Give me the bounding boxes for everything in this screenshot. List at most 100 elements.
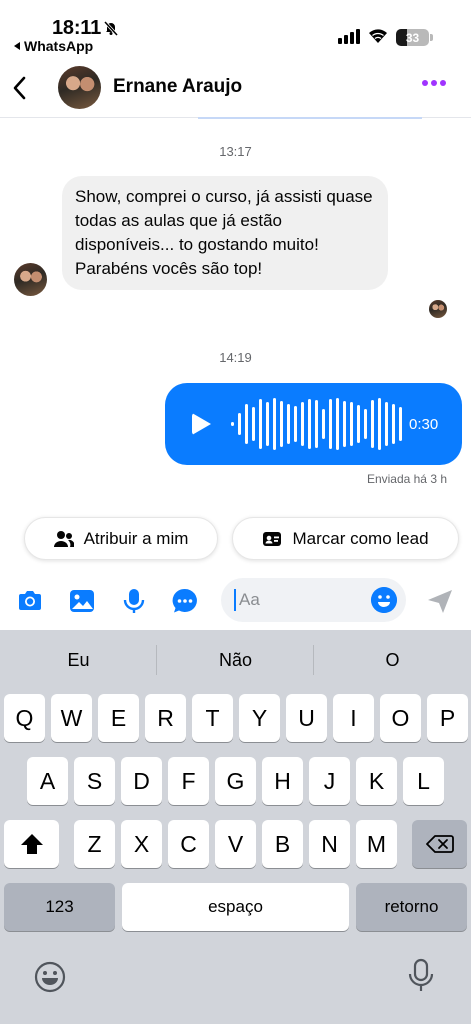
contact-name[interactable]: Ernane Araujo: [113, 76, 242, 98]
waveform-bar: [336, 398, 339, 450]
waveform-bar: [252, 407, 255, 441]
key[interactable]: H: [262, 757, 303, 805]
key[interactable]: I: [333, 694, 374, 742]
mark-as-lead-button[interactable]: Marcar como lead: [232, 517, 459, 560]
incoming-message[interactable]: Show, comprei o curso, já assisti quase …: [62, 176, 388, 290]
key[interactable]: P: [427, 694, 468, 742]
status-time: 18:11: [52, 17, 102, 39]
waveform-bar: [322, 409, 325, 439]
shift-key[interactable]: [4, 820, 59, 868]
key[interactable]: X: [121, 820, 162, 868]
numbers-key[interactable]: 123: [4, 883, 115, 931]
key[interactable]: R: [145, 694, 186, 742]
key[interactable]: N: [309, 820, 350, 868]
audio-waveform[interactable]: [231, 383, 402, 465]
back-triangle-icon: [14, 42, 20, 50]
play-icon[interactable]: [192, 413, 211, 435]
waveform-bar: [343, 401, 346, 447]
key[interactable]: K: [356, 757, 397, 805]
microphone-icon[interactable]: [120, 587, 148, 615]
chat-more-icon[interactable]: [171, 587, 199, 615]
wifi-icon: [369, 29, 387, 43]
battery-icon: 33: [396, 29, 429, 46]
key[interactable]: T: [192, 694, 233, 742]
dictation-microphone-icon[interactable]: [407, 958, 435, 994]
key[interactable]: Z: [74, 820, 115, 868]
battery-tip: [430, 34, 433, 41]
assign-to-me-button[interactable]: Atribuir a mim: [24, 517, 218, 560]
waveform-bar: [364, 409, 367, 439]
waveform-bar: [280, 401, 283, 447]
audio-duration: 0:30: [409, 416, 439, 433]
seen-indicator-avatar: [429, 300, 447, 318]
key[interactable]: B: [262, 820, 303, 868]
waveform-bar: [378, 398, 381, 450]
key[interactable]: M: [356, 820, 397, 868]
key[interactable]: A: [27, 757, 68, 805]
waveform-bar: [231, 422, 234, 426]
bell-off-icon: [103, 20, 119, 36]
key[interactable]: O: [380, 694, 421, 742]
battery-level: 33: [405, 30, 420, 45]
emoji-icon[interactable]: [371, 587, 397, 613]
mark-as-lead-label: Marcar como lead: [292, 528, 429, 548]
waveform-bar: [385, 402, 388, 446]
key[interactable]: G: [215, 757, 256, 805]
message-composer: [0, 578, 471, 624]
message-input[interactable]: [234, 589, 364, 611]
keyboard: Eu Não O Q W E R T Y U I O P A S D F G H…: [0, 630, 471, 1024]
key[interactable]: W: [51, 694, 92, 742]
status-bar: 18:11 WhatsApp 33: [0, 0, 471, 58]
waveform-bar: [301, 402, 304, 446]
key[interactable]: D: [121, 757, 162, 805]
key[interactable]: F: [168, 757, 209, 805]
camera-icon[interactable]: [16, 587, 44, 615]
header-divider-accent: [198, 117, 422, 119]
assign-to-me-label: Atribuir a mim: [83, 528, 189, 548]
backspace-key[interactable]: [412, 820, 467, 868]
key[interactable]: V: [215, 820, 256, 868]
more-dots-icon[interactable]: [422, 80, 446, 86]
suggestion-3[interactable]: O: [314, 650, 471, 671]
waveform-bar: [350, 402, 353, 446]
return-key[interactable]: retorno: [356, 883, 467, 931]
key[interactable]: L: [403, 757, 444, 805]
waveform-bar: [294, 406, 297, 442]
waveform-bar: [399, 407, 402, 441]
waveform-bar: [357, 405, 360, 443]
key[interactable]: J: [309, 757, 350, 805]
sender-avatar: [14, 263, 47, 296]
waveform-bar: [273, 398, 276, 450]
space-key[interactable]: espaço: [122, 883, 349, 931]
key[interactable]: Y: [239, 694, 280, 742]
key[interactable]: U: [286, 694, 327, 742]
key[interactable]: E: [98, 694, 139, 742]
sent-status: Enviada há 3 h: [366, 472, 447, 486]
key[interactable]: S: [74, 757, 115, 805]
audio-message[interactable]: 0:30: [165, 383, 462, 465]
suggestion-1[interactable]: Eu: [0, 650, 157, 671]
shift-icon: [20, 834, 43, 854]
gallery-icon[interactable]: [68, 587, 96, 615]
waveform-bar: [287, 404, 290, 444]
waveform-bar: [315, 400, 318, 448]
waveform-bar: [266, 402, 269, 446]
chevron-left-icon[interactable]: [8, 74, 32, 102]
key[interactable]: Q: [4, 694, 45, 742]
waveform-bar: [259, 399, 262, 449]
back-to-app-button[interactable]: WhatsApp: [14, 38, 93, 54]
key[interactable]: C: [168, 820, 209, 868]
emoji-keyboard-icon[interactable]: [33, 960, 67, 994]
suggestion-2[interactable]: Não: [157, 650, 314, 671]
waveform-bar: [371, 400, 374, 448]
message-field[interactable]: [221, 578, 406, 622]
waveform-bar: [329, 399, 332, 449]
send-icon[interactable]: [426, 587, 454, 615]
contact-card-icon: [263, 531, 282, 546]
signal-icon: [338, 28, 360, 44]
waveform-bar: [238, 413, 241, 435]
back-app-label: WhatsApp: [24, 38, 94, 54]
message-timestamp: 13:17: [219, 144, 252, 159]
contact-avatar[interactable]: [58, 66, 101, 109]
waveform-bar: [245, 404, 248, 444]
